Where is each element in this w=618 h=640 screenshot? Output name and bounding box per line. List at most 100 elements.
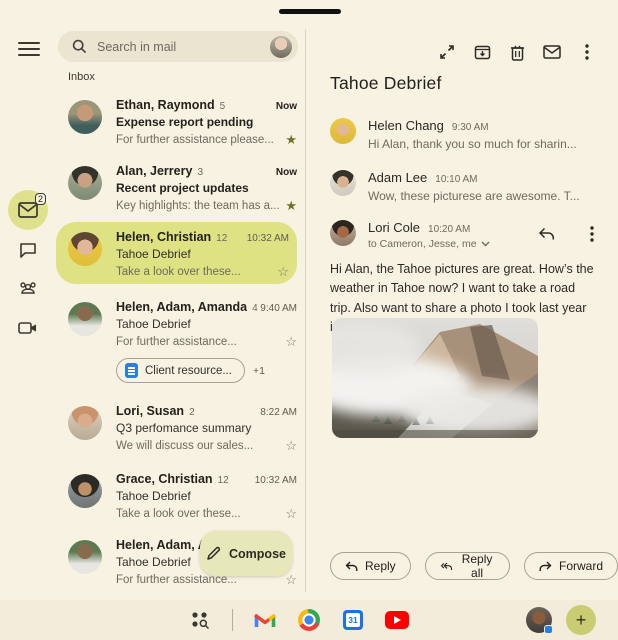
- email-time: 8:22 AM: [260, 407, 297, 418]
- compose-label: Compose: [229, 547, 286, 561]
- message-time: 10:20 AM: [428, 224, 470, 235]
- email-subject: Tahoe Debrief: [116, 489, 297, 503]
- email-time: Now: [276, 101, 297, 112]
- message-sender: Helen Chang: [368, 118, 444, 133]
- forward-button[interactable]: Forward: [524, 552, 618, 580]
- message-more-icon[interactable]: [580, 222, 604, 246]
- email-snippet: Key highlights: the team has a...: [116, 200, 279, 212]
- email-row[interactable]: Lori, Susan 2 8:22 AM Q3 perfomance summ…: [56, 396, 305, 464]
- star-icon[interactable]: ☆: [285, 572, 297, 588]
- app-search-icon[interactable]: [188, 608, 212, 632]
- sender-name: Helen, Christian: [116, 230, 211, 244]
- avatar: [68, 406, 102, 440]
- attachment-extra-count: +1: [253, 365, 265, 377]
- sender-name: Alan, Jerrery: [116, 164, 192, 178]
- email-row-selected[interactable]: Helen, Christian 12 10:32 AM Tahoe Debri…: [56, 222, 297, 284]
- account-avatar[interactable]: [270, 36, 292, 58]
- email-snippet: For further assistance...: [116, 336, 279, 348]
- email-row[interactable]: Ethan, Raymond 5 Now Expense report pend…: [56, 90, 305, 156]
- sender-name: Ethan, Raymond: [116, 98, 215, 112]
- star-icon[interactable]: ☆: [285, 506, 297, 522]
- avatar: [68, 540, 102, 574]
- message-sender: Lori Cole: [368, 220, 420, 235]
- compose-button[interactable]: Compose: [200, 531, 292, 576]
- thread-count: 4: [252, 303, 258, 314]
- thread-pane: Tahoe Debrief Helen Chang 9:30 AM Hi Ala…: [306, 0, 618, 600]
- attachment-label: Client resource...: [145, 365, 232, 377]
- mail-icon: [18, 202, 38, 218]
- reply-arrow-icon: [345, 561, 358, 572]
- expand-icon[interactable]: [435, 40, 459, 64]
- message-snippet: Wow, these picturese are awesome. T...: [368, 189, 580, 203]
- sender-name: Grace, Christian: [116, 472, 213, 486]
- thread-count: 3: [197, 167, 203, 178]
- star-icon[interactable]: ☆: [277, 264, 289, 280]
- email-snippet: Take a look over these...: [116, 508, 279, 520]
- yosemite-photo[interactable]: [332, 318, 538, 438]
- reply-icon[interactable]: [534, 222, 558, 246]
- email-time: 10:32 AM: [247, 233, 289, 244]
- video-camera-icon: [18, 321, 38, 335]
- email-subject: Tahoe Debrief: [116, 247, 289, 261]
- attachment-chip[interactable]: Client resource...: [116, 358, 245, 383]
- message-expanded-header[interactable]: Lori Cole 10:20 AM to Cameron, Jesse, me: [330, 220, 604, 250]
- add-button[interactable]: +: [566, 605, 596, 635]
- message-collapsed[interactable]: Helen Chang 9:30 AM Hi Alan, thank you s…: [330, 118, 604, 151]
- thread-count: 12: [216, 233, 227, 244]
- email-time: 10:32 AM: [255, 475, 297, 486]
- thread-reply-actions: Reply Reply all Forward: [330, 552, 618, 580]
- email-list: Ethan, Raymond 5 Now Expense report pend…: [56, 90, 305, 592]
- email-time: 9:40 AM: [260, 303, 297, 314]
- avatar: [68, 232, 102, 266]
- gmail-app-icon[interactable]: [253, 608, 277, 632]
- avatar: [68, 302, 102, 336]
- star-icon[interactable]: ☆: [285, 334, 297, 350]
- avatar: [330, 170, 356, 196]
- message-time: 9:30 AM: [452, 122, 489, 133]
- chrome-app-icon[interactable]: [297, 608, 321, 632]
- taskbar-avatar[interactable]: [526, 607, 552, 633]
- email-subject: Q3 perfomance summary: [116, 421, 297, 435]
- mark-unread-icon[interactable]: [540, 40, 564, 64]
- star-icon[interactable]: ★: [285, 132, 297, 148]
- reply-all-arrow-icon: [440, 561, 452, 572]
- avatar: [68, 166, 102, 200]
- thread-count: 12: [218, 475, 229, 486]
- archive-icon[interactable]: [470, 40, 494, 64]
- star-icon[interactable]: ☆: [285, 438, 297, 454]
- more-options-icon[interactable]: [575, 40, 599, 64]
- email-row[interactable]: Alan, Jerrery 3 Now Recent project updat…: [56, 156, 305, 222]
- message-time: 10:10 AM: [435, 174, 477, 185]
- avatar: [68, 100, 102, 134]
- thread-count: 5: [220, 101, 226, 112]
- email-row[interactable]: Helen, Adam, Amanda 4 9:40 AM Tahoe Debr…: [56, 292, 305, 396]
- doc-icon: [125, 363, 138, 378]
- avatar: [68, 474, 102, 508]
- chat-icon: [19, 242, 37, 258]
- search-placeholder: Search in mail: [97, 40, 270, 54]
- rail-item-mail[interactable]: 2: [8, 190, 48, 230]
- email-row[interactable]: Grace, Christian 12 10:32 AM Tahoe Debri…: [56, 464, 305, 530]
- search-icon: [72, 39, 87, 54]
- rail-item-meet[interactable]: [8, 308, 48, 348]
- avatar: [330, 118, 356, 144]
- reply-button[interactable]: Reply: [330, 552, 411, 580]
- thread-title: Tahoe Debrief: [330, 73, 442, 94]
- youtube-app-icon[interactable]: [385, 608, 409, 632]
- search-bar[interactable]: Search in mail: [58, 31, 298, 62]
- email-time: Now: [276, 167, 297, 178]
- spaces-icon: [17, 280, 39, 296]
- chevron-down-icon[interactable]: [481, 241, 490, 247]
- forward-arrow-icon: [539, 561, 552, 572]
- menu-icon[interactable]: [18, 38, 40, 54]
- reply-all-button[interactable]: Reply all: [425, 552, 510, 580]
- rail-item-chat[interactable]: [8, 230, 48, 270]
- email-snippet: Take a look over these...: [116, 266, 271, 278]
- calendar-app-icon[interactable]: 31: [341, 608, 365, 632]
- delete-icon[interactable]: [505, 40, 529, 64]
- rail-item-spaces[interactable]: [8, 268, 48, 308]
- star-icon[interactable]: ★: [285, 198, 297, 214]
- message-snippet: Hi Alan, thank you so much for sharin...: [368, 137, 577, 151]
- message-collapsed[interactable]: Adam Lee 10:10 AM Wow, these picturese a…: [330, 170, 604, 203]
- gmail-app-window: 2 S: [0, 0, 618, 640]
